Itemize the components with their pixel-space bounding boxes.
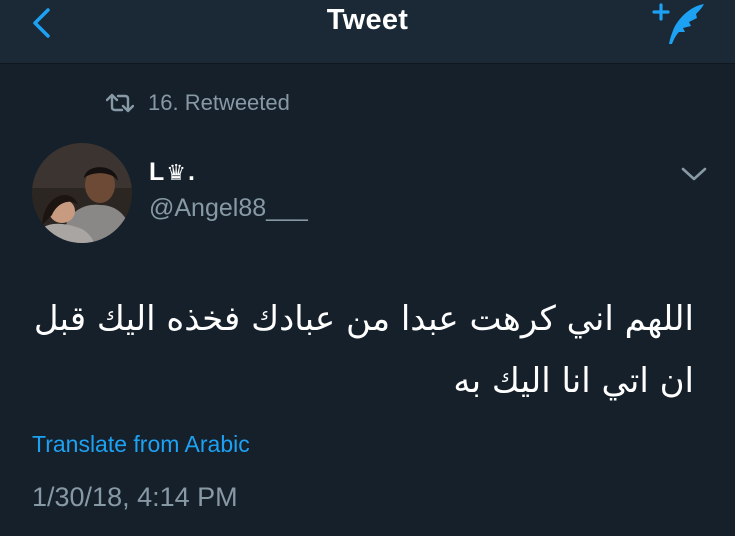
crown-icon: ♛ [166, 159, 187, 185]
retweet-count-text: 16. Retweeted [148, 90, 290, 115]
retweet-icon [106, 93, 134, 113]
tweet-options-button[interactable] [678, 162, 710, 186]
chevron-down-icon [681, 167, 707, 181]
author-name-suffix: . [188, 158, 195, 186]
top-navigation-bar: Tweet [0, 0, 735, 64]
tweet-timestamp: 1/30/18, 4:14 PM [32, 482, 238, 512]
compose-tweet-button[interactable] [652, 2, 708, 46]
author-name[interactable]: L ♛ . [149, 158, 195, 187]
author-name-prefix: L [149, 158, 165, 186]
page-title: Tweet [326, 4, 409, 36]
avatar[interactable] [32, 143, 132, 243]
retweet-context: 16. Retweeted [106, 88, 290, 118]
compose-tweet-icon [652, 3, 704, 44]
avatar-photo [32, 143, 132, 243]
author-handle[interactable]: @Angel88___ [149, 194, 308, 223]
translate-link[interactable]: Translate from Arabic [32, 431, 250, 458]
tweet-text: اللهم اني كرهت عبدا من عبادك فخذه اليك ق… [33, 299, 694, 401]
